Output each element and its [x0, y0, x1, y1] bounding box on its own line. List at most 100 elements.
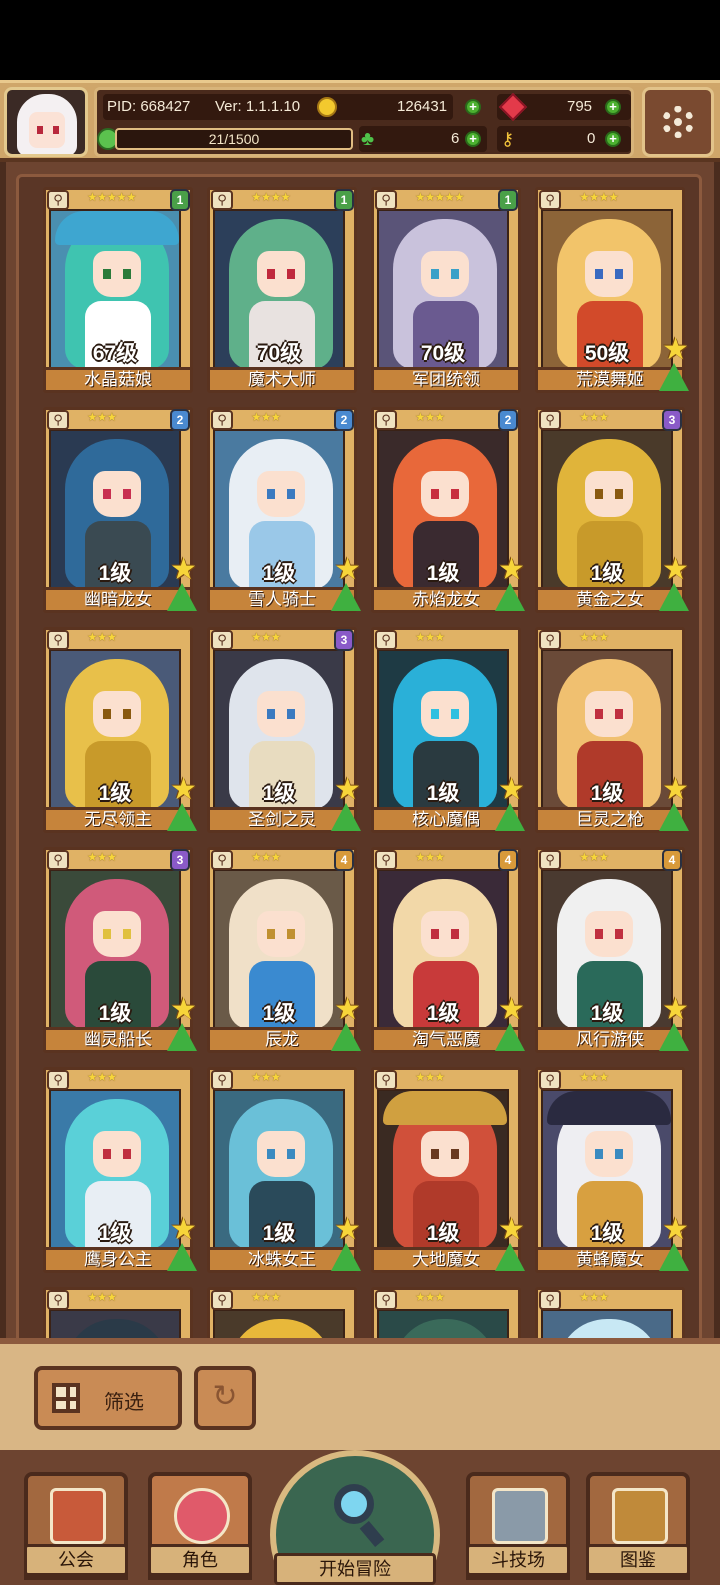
filter-button[interactable]: 筛选 — [34, 1366, 182, 1430]
hero-card[interactable]: ⚲ ★★★ 4 1级 辰龙 ★ — [207, 847, 361, 1055]
nav-arena[interactable]: 斗技场 — [466, 1472, 570, 1580]
star-rating: ★★★ — [415, 410, 445, 424]
upgrade-arrow-icon — [167, 1243, 197, 1271]
hero-card[interactable]: ⚲ ★★★ — [371, 1287, 521, 1341]
hero-card[interactable]: ⚲ ★★★ — [535, 1287, 685, 1341]
hero-card[interactable]: ⚲ ★★★ 3 1级 圣剑之灵 ★ — [207, 627, 361, 835]
rank-badge: 3 — [334, 629, 354, 651]
hero-card[interactable]: ⚲ ★★★★ 1 70级 魔术大师 — [207, 187, 357, 395]
hero-grid: ⚲ ★★★★★ 1 67级 水晶菇娘 ⚲ ★★★★ 1 70级 魔术大师 ⚲ ★★★★★ 1 70级 军团统… — [16, 174, 702, 1344]
star-rating: ★★★★ — [579, 190, 619, 204]
adventure-label: 开始冒险 — [274, 1553, 436, 1585]
hero-name: 水晶菇娘 — [43, 367, 193, 393]
upgrade-arrow-icon — [167, 803, 197, 831]
refresh-button[interactable]: ↻ — [194, 1366, 256, 1430]
hero-card[interactable]: ⚲ ★★★★★ 1 67级 水晶菇娘 — [43, 187, 193, 395]
character-icon — [174, 1488, 230, 1544]
star-rating: ★★★ — [415, 1290, 445, 1304]
upgrade-arrow-icon — [659, 1243, 689, 1271]
add-clover-button[interactable]: + — [465, 131, 481, 147]
gold-coin-icon — [317, 97, 337, 117]
nav-codex[interactable]: 图鉴 — [586, 1472, 690, 1580]
upgrade-arrow-icon — [331, 1023, 361, 1051]
hero-card[interactable]: ⚲ ★★★ 4 1级 淘气恶魔 ★ — [371, 847, 525, 1055]
start-adventure-button[interactable]: 开始冒险 — [270, 1450, 440, 1585]
star-rating: ★★★ — [87, 850, 117, 864]
nav-role[interactable]: 角色 — [148, 1472, 252, 1580]
nav-guild-label: 公会 — [24, 1544, 128, 1576]
hero-level: 1级 — [98, 1002, 132, 1025]
settings-button[interactable] — [642, 87, 714, 157]
hero-card[interactable]: ⚲ ★★★ 1级 巨灵之枪 ★ — [535, 627, 689, 835]
bottom-nav: 公会 角色 开始冒险 斗技场 图鉴 — [0, 1450, 720, 1585]
upgrade-star-icon: ★ — [662, 1213, 689, 1246]
hero-card[interactable]: ⚲ ★★★ 1级 黄蜂魔女 ★ — [535, 1067, 689, 1275]
hero-level: 1级 — [262, 782, 296, 805]
hero-card[interactable]: ⚲ ★★★★★ 1 70级 军团统领 — [371, 187, 521, 395]
rank-badge: 3 — [662, 409, 682, 431]
class-icon: ⚲ — [539, 190, 561, 210]
class-icon: ⚲ — [47, 850, 69, 870]
upgrade-star-icon: ★ — [498, 773, 525, 806]
add-gems-button[interactable]: + — [605, 99, 621, 115]
class-icon: ⚲ — [47, 190, 69, 210]
hero-level: 1级 — [98, 782, 132, 805]
player-id: PID: 668427 — [107, 98, 191, 115]
gold-amount: 126431 — [397, 98, 448, 115]
stamina-bar: 21/1500 — [115, 128, 353, 150]
hero-card[interactable]: ⚲ ★★★ 1级 鹰身公主 ★ — [43, 1067, 197, 1275]
upgrade-star-icon: ★ — [662, 553, 689, 586]
hero-card[interactable]: ⚲ ★★★ 1级 冰蛛女王 ★ — [207, 1067, 361, 1275]
hero-card[interactable]: ⚲ ★★★ — [43, 1287, 193, 1341]
star-rating: ★★★ — [251, 1290, 281, 1304]
upgrade-arrow-icon — [495, 1243, 525, 1271]
hero-card[interactable]: ⚲ ★★★ 2 1级 赤焰龙女 ★ — [371, 407, 525, 615]
class-icon: ⚲ — [211, 1290, 233, 1310]
upgrade-arrow-icon — [495, 1023, 525, 1051]
star-rating: ★★★ — [251, 850, 281, 864]
upgrade-star-icon: ★ — [334, 553, 361, 586]
nav-guild[interactable]: 公会 — [24, 1472, 128, 1580]
player-avatar[interactable] — [4, 87, 88, 157]
add-key-button[interactable]: + — [605, 131, 621, 147]
hero-card[interactable]: ⚲ ★★★ 4 1级 风行游侠 ★ — [535, 847, 689, 1055]
hero-card[interactable]: ⚲ ★★★ 1级 核心魔偶 ★ — [371, 627, 525, 835]
hero-card[interactable]: ⚲ ★★★★ 50级 荒漠舞姬 ★ — [535, 187, 689, 395]
gem-amount: 795 — [567, 98, 593, 115]
class-icon: ⚲ — [211, 1070, 233, 1090]
add-gold-button[interactable]: + — [465, 99, 481, 115]
hero-card[interactable]: ⚲ ★★★ 3 1级 黄金之女 ★ — [535, 407, 689, 615]
status-bar — [0, 0, 720, 80]
star-rating: ★★★ — [579, 1070, 609, 1084]
class-icon: ⚲ — [539, 410, 561, 430]
hero-card[interactable]: ⚲ ★★★ — [207, 1287, 357, 1341]
hero-card[interactable]: ⚲ ★★★ 1级 无尽领主 ★ — [43, 627, 197, 835]
upgrade-arrow-icon — [659, 1023, 689, 1051]
hero-level: 1级 — [590, 1002, 624, 1025]
upgrade-star-icon: ★ — [170, 553, 197, 586]
upgrade-arrow-icon — [659, 803, 689, 831]
rank-badge: 1 — [170, 189, 190, 211]
hero-card[interactable]: ⚲ ★★★ 1级 大地魔女 ★ — [371, 1067, 525, 1275]
star-rating: ★★★★ — [251, 190, 291, 204]
upgrade-star-icon: ★ — [662, 993, 689, 1026]
class-icon: ⚲ — [539, 630, 561, 650]
hero-card[interactable]: ⚲ ★★★ 2 1级 幽暗龙女 ★ — [43, 407, 197, 615]
hero-level: 1级 — [426, 1222, 460, 1245]
hero-level: 1级 — [426, 1002, 460, 1025]
class-icon: ⚲ — [47, 1070, 69, 1090]
book-icon — [612, 1488, 668, 1544]
class-icon: ⚲ — [211, 630, 233, 650]
upgrade-star-icon: ★ — [334, 1213, 361, 1246]
star-rating: ★★★ — [87, 1070, 117, 1084]
nav-arena-label: 斗技场 — [466, 1544, 570, 1576]
star-rating: ★★★ — [251, 1070, 281, 1084]
star-rating: ★★★★★ — [87, 190, 137, 204]
hero-name: 魔术大师 — [207, 367, 357, 393]
class-icon: ⚲ — [539, 1070, 561, 1090]
hero-card[interactable]: ⚲ ★★★ 3 1级 幽灵船长 ★ — [43, 847, 197, 1055]
rank-badge: 4 — [498, 849, 518, 871]
refresh-icon: ↻ — [212, 1380, 238, 1413]
hero-card[interactable]: ⚲ ★★★ 2 1级 雪人骑士 ★ — [207, 407, 361, 615]
upgrade-star-icon: ★ — [170, 993, 197, 1026]
